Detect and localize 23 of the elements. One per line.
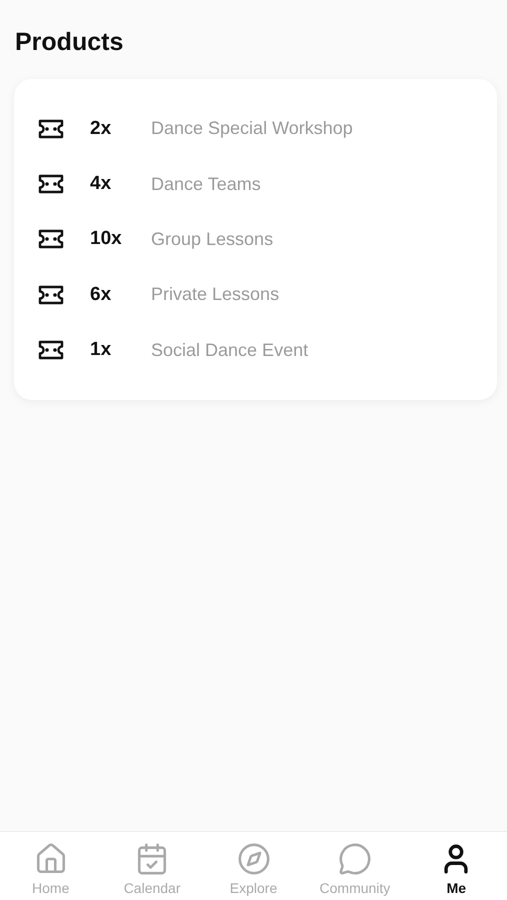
- product-name: Social Dance Event: [151, 340, 308, 361]
- tab[interactable]: Explore: [202, 832, 304, 900]
- ticket-icon: [38, 174, 64, 194]
- ticket-icon: [38, 284, 64, 305]
- product-count: 1x: [90, 339, 112, 362]
- product-name: Private Lessons: [151, 284, 280, 306]
- product-count: 2x: [90, 118, 112, 140]
- chat-bubble-icon: [338, 842, 372, 876]
- product-name: Dance Teams: [151, 174, 261, 195]
- tab[interactable]: Me: [406, 832, 507, 900]
- ticket-icon: [38, 229, 64, 250]
- tab[interactable]: Community: [304, 832, 406, 900]
- product-name: Dance Special Workshop: [151, 118, 353, 140]
- ticket-icon: [38, 118, 64, 139]
- product-count: 6x: [90, 284, 112, 306]
- product-count: 10x: [90, 228, 123, 250]
- page-title: Products: [15, 28, 124, 57]
- tab[interactable]: Calendar: [101, 832, 203, 900]
- tab[interactable]: Home: [0, 832, 102, 900]
- product-count: 4x: [90, 173, 112, 196]
- compass-icon: [236, 842, 271, 876]
- product-name: Group Lessons: [151, 228, 274, 250]
- ticket-icon: [38, 340, 64, 360]
